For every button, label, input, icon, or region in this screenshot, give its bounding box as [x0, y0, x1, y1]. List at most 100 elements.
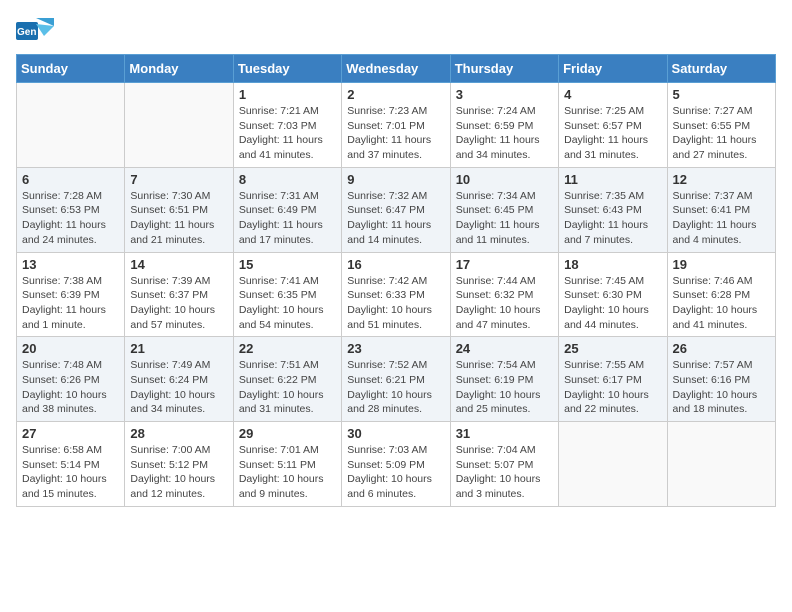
calendar-cell: 18 Sunrise: 7:45 AM Sunset: 6:30 PM Dayli… [559, 252, 667, 337]
day-info: Sunrise: 7:04 AM Sunset: 5:07 PM Dayligh… [456, 443, 553, 502]
day-number: 12 [673, 172, 770, 187]
calendar-cell [125, 83, 233, 168]
calendar-cell: 4 Sunrise: 7:25 AM Sunset: 6:57 PM Daylig… [559, 83, 667, 168]
day-number: 20 [22, 341, 119, 356]
calendar-cell: 10 Sunrise: 7:34 AM Sunset: 6:45 PM Dayli… [450, 167, 558, 252]
day-number: 15 [239, 257, 336, 272]
day-info: Sunrise: 7:32 AM Sunset: 6:47 PM Dayligh… [347, 189, 444, 248]
calendar-cell: 5 Sunrise: 7:27 AM Sunset: 6:55 PM Daylig… [667, 83, 775, 168]
weekday-header-thursday: Thursday [450, 55, 558, 83]
calendar-cell: 20 Sunrise: 7:48 AM Sunset: 6:26 PM Dayli… [17, 337, 125, 422]
calendar-cell [17, 83, 125, 168]
day-info: Sunrise: 7:28 AM Sunset: 6:53 PM Dayligh… [22, 189, 119, 248]
day-number: 17 [456, 257, 553, 272]
day-info: Sunrise: 7:37 AM Sunset: 6:41 PM Dayligh… [673, 189, 770, 248]
day-info: Sunrise: 7:23 AM Sunset: 7:01 PM Dayligh… [347, 104, 444, 163]
day-number: 6 [22, 172, 119, 187]
day-info: Sunrise: 7:35 AM Sunset: 6:43 PM Dayligh… [564, 189, 661, 248]
calendar-cell: 8 Sunrise: 7:31 AM Sunset: 6:49 PM Daylig… [233, 167, 341, 252]
calendar-cell: 3 Sunrise: 7:24 AM Sunset: 6:59 PM Daylig… [450, 83, 558, 168]
calendar-cell: 16Sunrise: 7:42 AM Sunset: 6:33 PM Dayli… [342, 252, 450, 337]
day-number: 1 [239, 87, 336, 102]
calendar-table: SundayMondayTuesdayWednesdayThursdayFrid… [16, 54, 776, 507]
day-info: Sunrise: 7:31 AM Sunset: 6:49 PM Dayligh… [239, 189, 336, 248]
day-info: Sunrise: 7:49 AM Sunset: 6:24 PM Dayligh… [130, 358, 227, 417]
weekday-header-monday: Monday [125, 55, 233, 83]
calendar-cell: 21 Sunrise: 7:49 AM Sunset: 6:24 PM Dayli… [125, 337, 233, 422]
calendar-cell: 27 Sunrise: 6:58 AM Sunset: 5:14 PM Dayli… [17, 422, 125, 507]
day-info: Sunrise: 7:54 AM Sunset: 6:19 PM Dayligh… [456, 358, 553, 417]
day-number: 11 [564, 172, 661, 187]
day-info: Sunrise: 7:21 AM Sunset: 7:03 PM Dayligh… [239, 104, 336, 163]
calendar-cell [559, 422, 667, 507]
calendar-cell: 17 Sunrise: 7:44 AM Sunset: 6:32 PM Dayli… [450, 252, 558, 337]
day-number: 21 [130, 341, 227, 356]
day-info: Sunrise: 7:34 AM Sunset: 6:45 PM Dayligh… [456, 189, 553, 248]
calendar-cell: 15 Sunrise: 7:41 AM Sunset: 6:35 PM Dayli… [233, 252, 341, 337]
calendar-cell: 31Sunrise: 7:04 AM Sunset: 5:07 PM Dayli… [450, 422, 558, 507]
calendar-cell: 22Sunrise: 7:51 AM Sunset: 6:22 PM Dayli… [233, 337, 341, 422]
day-number: 4 [564, 87, 661, 102]
calendar-cell [667, 422, 775, 507]
day-info: Sunrise: 7:45 AM Sunset: 6:30 PM Dayligh… [564, 274, 661, 333]
calendar-cell: 19Sunrise: 7:46 AM Sunset: 6:28 PM Dayli… [667, 252, 775, 337]
day-info: Sunrise: 7:25 AM Sunset: 6:57 PM Dayligh… [564, 104, 661, 163]
weekday-header-friday: Friday [559, 55, 667, 83]
day-info: Sunrise: 7:39 AM Sunset: 6:37 PM Dayligh… [130, 274, 227, 333]
calendar-cell: 28Sunrise: 7:00 AM Sunset: 5:12 PM Dayli… [125, 422, 233, 507]
calendar-cell: 29 Sunrise: 7:01 AM Sunset: 5:11 PM Dayli… [233, 422, 341, 507]
calendar-cell: 14 Sunrise: 7:39 AM Sunset: 6:37 PM Dayli… [125, 252, 233, 337]
day-info: Sunrise: 7:57 AM Sunset: 6:16 PM Dayligh… [673, 358, 770, 417]
calendar-cell: 1 Sunrise: 7:21 AM Sunset: 7:03 PM Daylig… [233, 83, 341, 168]
day-number: 3 [456, 87, 553, 102]
svg-text:Gen: Gen [17, 27, 36, 38]
day-number: 27 [22, 426, 119, 441]
day-number: 5 [673, 87, 770, 102]
day-number: 25 [564, 341, 661, 356]
day-info: Sunrise: 7:48 AM Sunset: 6:26 PM Dayligh… [22, 358, 119, 417]
day-number: 10 [456, 172, 553, 187]
day-info: Sunrise: 7:27 AM Sunset: 6:55 PM Dayligh… [673, 104, 770, 163]
calendar-cell: 23 Sunrise: 7:52 AM Sunset: 6:21 PM Dayli… [342, 337, 450, 422]
calendar-cell: 26 Sunrise: 7:57 AM Sunset: 6:16 PM Dayli… [667, 337, 775, 422]
day-info: Sunrise: 7:03 AM Sunset: 5:09 PM Dayligh… [347, 443, 444, 502]
day-number: 22 [239, 341, 336, 356]
day-info: Sunrise: 7:44 AM Sunset: 6:32 PM Dayligh… [456, 274, 553, 333]
calendar-cell: 30 Sunrise: 7:03 AM Sunset: 5:09 PM Dayli… [342, 422, 450, 507]
logo: Gen [16, 16, 56, 46]
day-number: 30 [347, 426, 444, 441]
calendar-week-row: 1 Sunrise: 7:21 AM Sunset: 7:03 PM Daylig… [17, 83, 776, 168]
day-number: 26 [673, 341, 770, 356]
calendar-header-row: SundayMondayTuesdayWednesdayThursdayFrid… [17, 55, 776, 83]
day-info: Sunrise: 6:58 AM Sunset: 5:14 PM Dayligh… [22, 443, 119, 502]
day-number: 18 [564, 257, 661, 272]
weekday-header-saturday: Saturday [667, 55, 775, 83]
calendar-cell: 24 Sunrise: 7:54 AM Sunset: 6:19 PM Dayli… [450, 337, 558, 422]
calendar-cell: 12 Sunrise: 7:37 AM Sunset: 6:41 PM Dayli… [667, 167, 775, 252]
day-info: Sunrise: 7:46 AM Sunset: 6:28 PM Dayligh… [673, 274, 770, 333]
day-number: 16 [347, 257, 444, 272]
page-header: Gen [16, 16, 776, 46]
calendar-week-row: 27 Sunrise: 6:58 AM Sunset: 5:14 PM Dayli… [17, 422, 776, 507]
day-info: Sunrise: 7:30 AM Sunset: 6:51 PM Dayligh… [130, 189, 227, 248]
calendar-week-row: 13Sunrise: 7:38 AM Sunset: 6:39 PM Dayli… [17, 252, 776, 337]
day-number: 14 [130, 257, 227, 272]
day-number: 7 [130, 172, 227, 187]
weekday-header-tuesday: Tuesday [233, 55, 341, 83]
day-info: Sunrise: 7:41 AM Sunset: 6:35 PM Dayligh… [239, 274, 336, 333]
day-info: Sunrise: 7:52 AM Sunset: 6:21 PM Dayligh… [347, 358, 444, 417]
calendar-cell: 13Sunrise: 7:38 AM Sunset: 6:39 PM Dayli… [17, 252, 125, 337]
day-number: 29 [239, 426, 336, 441]
day-info: Sunrise: 7:01 AM Sunset: 5:11 PM Dayligh… [239, 443, 336, 502]
day-number: 13 [22, 257, 119, 272]
day-number: 23 [347, 341, 444, 356]
weekday-header-sunday: Sunday [17, 55, 125, 83]
calendar-cell: 25Sunrise: 7:55 AM Sunset: 6:17 PM Dayli… [559, 337, 667, 422]
day-info: Sunrise: 7:24 AM Sunset: 6:59 PM Dayligh… [456, 104, 553, 163]
day-number: 8 [239, 172, 336, 187]
calendar-cell: 2Sunrise: 7:23 AM Sunset: 7:01 PM Daylig… [342, 83, 450, 168]
logo-icon: Gen [16, 16, 54, 46]
calendar-cell: 11 Sunrise: 7:35 AM Sunset: 6:43 PM Dayli… [559, 167, 667, 252]
day-number: 24 [456, 341, 553, 356]
calendar-cell: 6 Sunrise: 7:28 AM Sunset: 6:53 PM Daylig… [17, 167, 125, 252]
